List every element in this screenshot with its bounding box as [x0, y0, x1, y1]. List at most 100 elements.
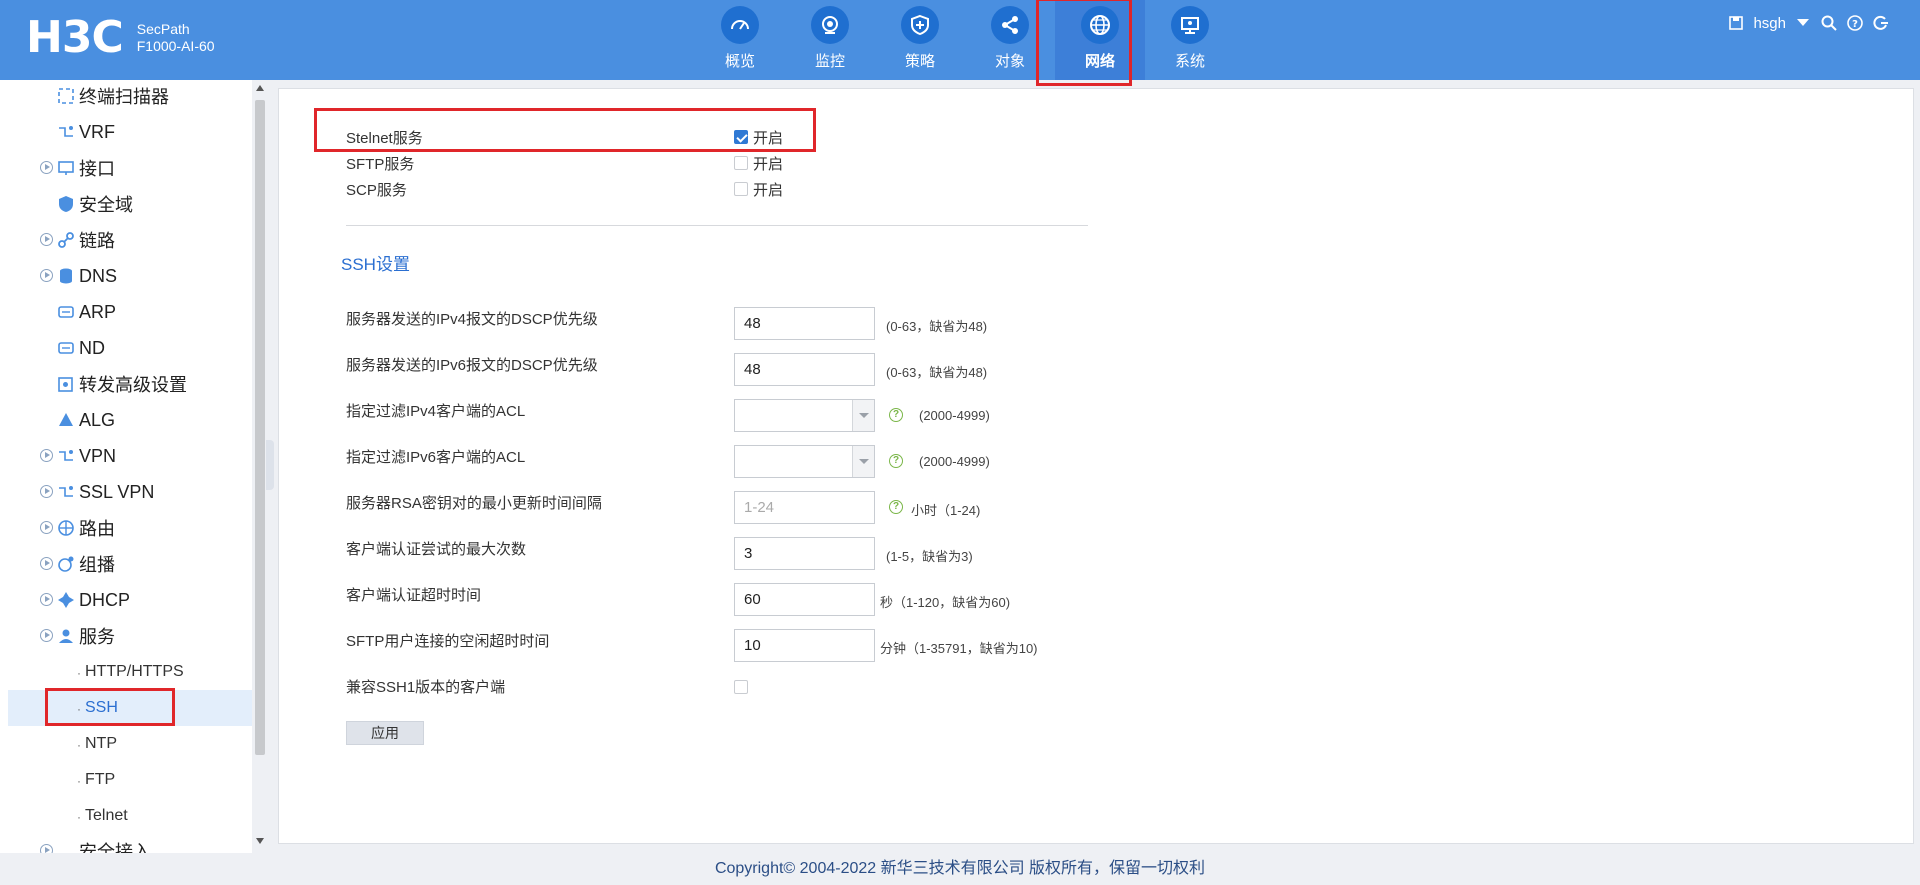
ipv6-acl-select[interactable]	[734, 445, 875, 478]
apply-button[interactable]: 应用	[346, 721, 424, 745]
expand-icon[interactable]	[40, 485, 53, 498]
expand-icon[interactable]	[40, 521, 53, 534]
footer-copyright: Copyright© 2004-2022 新华三技术有限公司 版权所有，保留一切…	[0, 853, 1920, 885]
product-line2: F1000-AI-60	[136, 38, 215, 54]
dropdown-arrow-icon[interactable]	[852, 400, 874, 431]
nd-icon	[57, 339, 75, 357]
sidebar-item[interactable]: 路由	[0, 511, 252, 545]
auth-timeout-input[interactable]: 60	[734, 583, 875, 616]
expand-icon[interactable]	[40, 449, 53, 462]
sidebar-subitem[interactable]: · FTP	[8, 762, 252, 798]
scp-enable-checkbox[interactable]	[734, 182, 748, 196]
expand-icon[interactable]	[40, 233, 53, 246]
help-icon[interactable]: ?	[1846, 14, 1864, 32]
product-line1: SecPath	[136, 21, 190, 37]
help-icon[interactable]: ?	[889, 408, 903, 422]
save-icon[interactable]	[1727, 14, 1745, 32]
bullet-icon: ·	[77, 738, 81, 752]
sidebar-subitem[interactable]: · NTP	[8, 726, 252, 762]
vrf-icon	[57, 123, 75, 141]
sidebar-item[interactable]: 组播	[0, 547, 252, 581]
expand-icon[interactable]	[40, 844, 53, 853]
nav-network[interactable]: 网络	[1055, 0, 1145, 80]
section-title: SSH设置	[341, 255, 410, 274]
nav-overview[interactable]: 概览	[695, 0, 785, 80]
sidebar-collapse-handle[interactable]	[266, 440, 274, 490]
sidebar-item-label: 路由	[79, 519, 115, 539]
sidebar-item-label: ARP	[79, 301, 117, 322]
alg-icon	[57, 411, 75, 429]
sidebar-item[interactable]: DHCP	[0, 583, 252, 617]
sidebar-item[interactable]: ALG	[0, 403, 252, 437]
scan-icon	[57, 87, 75, 105]
sidebar-item[interactable]: VRF	[0, 115, 252, 149]
sidebar-item-label: VRF	[79, 121, 115, 142]
expand-icon[interactable]	[40, 593, 53, 606]
sidebar-item[interactable]: VPN	[0, 439, 252, 473]
auth-timeout-label: 客户端认证超时时间	[346, 587, 482, 604]
sslvpn-icon	[57, 483, 75, 501]
globe-icon	[1081, 6, 1119, 44]
expand-icon[interactable]	[40, 269, 53, 282]
help-icon[interactable]: ?	[889, 500, 903, 514]
scroll-thumb[interactable]	[255, 100, 265, 755]
stelnet-enable-checkbox[interactable]	[734, 130, 748, 144]
nav-system[interactable]: 系统	[1145, 0, 1235, 80]
sftp-idle-input[interactable]: 10	[734, 629, 875, 662]
nav-policy[interactable]: 策略	[875, 0, 965, 80]
sidebar-item[interactable]: SSL VPN	[0, 475, 252, 509]
sidebar-subitem[interactable]: · SSH	[8, 690, 252, 726]
ssh1-compat-checkbox[interactable]	[734, 680, 748, 694]
nav-object[interactable]: 对象	[965, 0, 1055, 80]
share-icon	[991, 6, 1029, 44]
sidebar-subitem[interactable]: · HTTP/HTTPS	[8, 654, 252, 690]
database-icon	[57, 267, 75, 285]
sidebar-subitem[interactable]: · Telnet	[8, 798, 252, 834]
scroll-down-arrow[interactable]	[256, 838, 264, 844]
sidebar-subitem-label: Telnet	[85, 807, 128, 824]
expand-icon[interactable]	[40, 161, 53, 174]
expand-icon[interactable]	[40, 557, 53, 570]
sidebar-item[interactable]: ND	[0, 331, 252, 365]
sidebar-item[interactable]: 安全接入	[0, 834, 252, 853]
rsa-interval-input[interactable]: 1-24	[734, 491, 875, 524]
ipv4-acl-select[interactable]	[734, 399, 875, 432]
sidebar-item-label: 终端扫描器	[79, 87, 169, 107]
nav-monitor[interactable]: 监控	[785, 0, 875, 80]
sidebar-item[interactable]: 服务	[0, 619, 252, 653]
username[interactable]: hsgh	[1753, 15, 1786, 32]
sidebar-item[interactable]: 安全域	[0, 187, 252, 221]
logout-icon[interactable]	[1872, 14, 1890, 32]
sidebar-item-label: SSL VPN	[79, 481, 155, 502]
sidebar-item[interactable]: DNS	[0, 259, 252, 293]
sftp-label: SFTP服务	[346, 156, 415, 173]
bullet-icon: ·	[77, 666, 81, 680]
bullet-icon: ·	[77, 774, 81, 788]
dropdown-arrow-icon[interactable]	[852, 446, 874, 477]
scroll-up-arrow[interactable]	[256, 85, 264, 91]
auth-retries-input[interactable]: 3	[734, 537, 875, 570]
settings-icon	[57, 375, 75, 393]
sidebar-item[interactable]: 终端扫描器	[0, 80, 252, 113]
nav-label: 对象	[994, 53, 1025, 70]
sidebar-item[interactable]: 转发高级设置	[0, 367, 252, 401]
sidebar-item[interactable]: 接口	[0, 151, 252, 185]
search-icon[interactable]	[1820, 14, 1838, 32]
ipv6-dscp-input[interactable]: 48	[734, 353, 875, 386]
nav-label: 监控	[814, 53, 845, 70]
nav-label: 策略	[904, 53, 935, 70]
sidebar-item[interactable]: ARP	[0, 295, 252, 329]
ipv4-dscp-input[interactable]: 48	[734, 307, 875, 340]
ssh1-compat-label: 兼容SSH1版本的客户端	[346, 679, 506, 696]
sidebar-scrollbar[interactable]	[253, 80, 267, 853]
sidebar-item[interactable]: 链路	[0, 223, 252, 257]
caret-down-icon[interactable]	[1794, 14, 1812, 32]
svg-text:?: ?	[1852, 19, 1858, 30]
help-icon[interactable]: ?	[889, 454, 903, 468]
dhcp-icon	[57, 591, 75, 609]
logo-mark: H3C	[26, 12, 124, 63]
ipv6-dscp-hint: (0-63，缺省为48)	[886, 365, 988, 380]
multicast-icon	[57, 555, 75, 573]
sftp-enable-checkbox[interactable]	[734, 156, 748, 170]
expand-icon[interactable]	[40, 629, 53, 642]
